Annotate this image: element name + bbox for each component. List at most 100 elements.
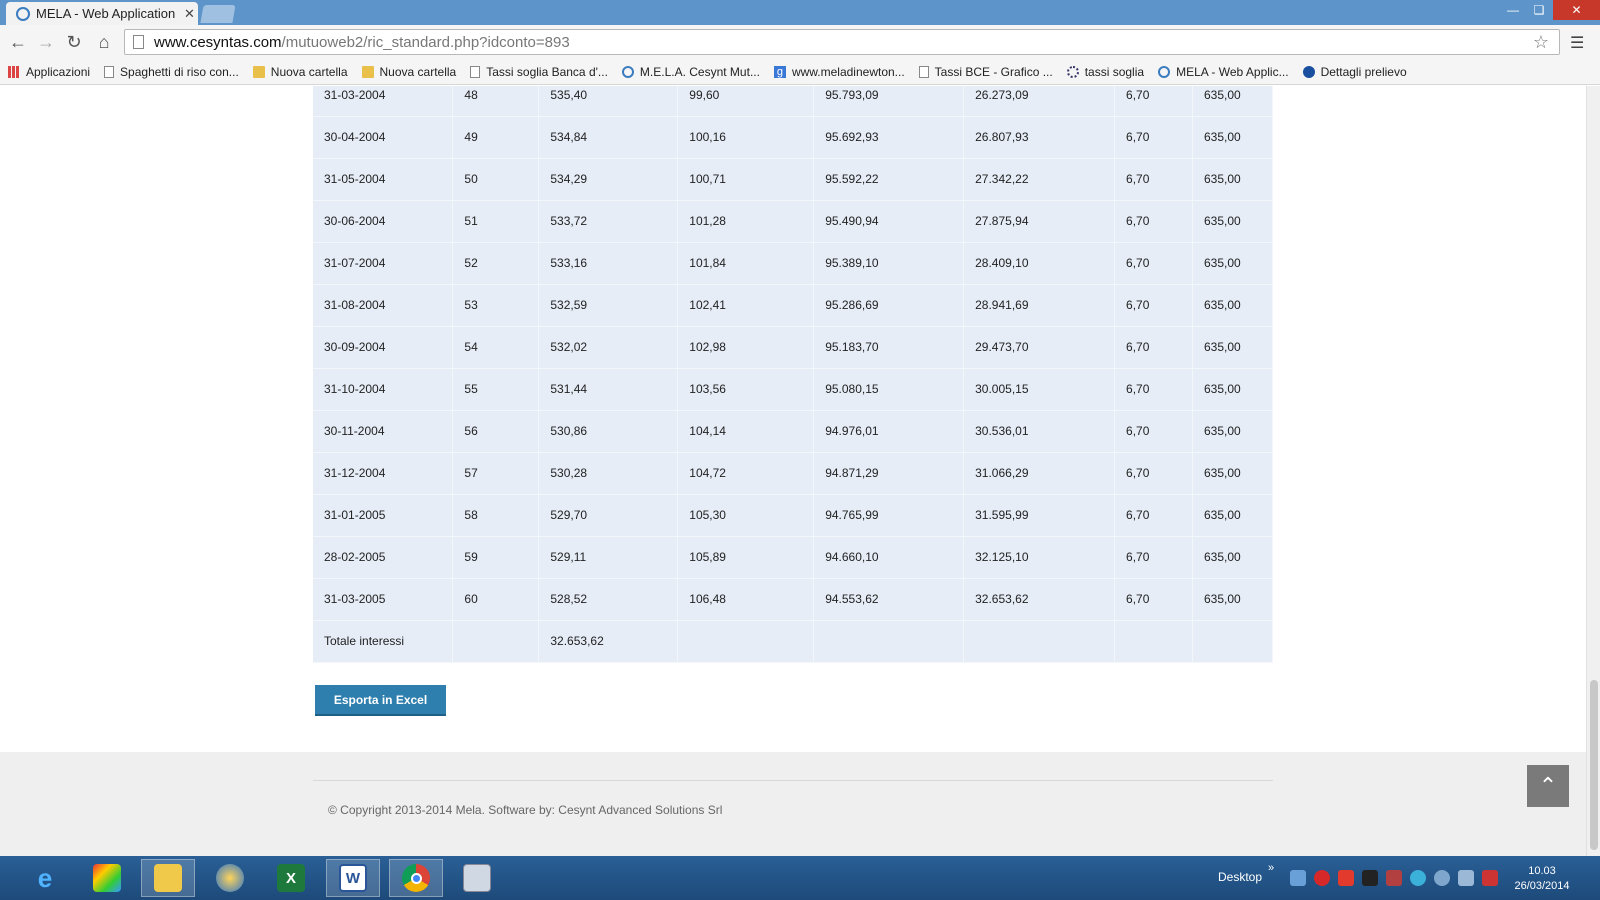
bookmark-item[interactable]: tassi soglia bbox=[1066, 65, 1144, 79]
tray-acrobat-icon[interactable] bbox=[1338, 870, 1354, 886]
forward-arrow-icon[interactable]: → bbox=[34, 30, 58, 54]
bookmark-item[interactable]: Applicazioni bbox=[8, 65, 90, 79]
table-cell-empty bbox=[813, 620, 965, 662]
table-cell: 635,00 bbox=[1192, 158, 1274, 200]
bookmark-star-icon[interactable]: ☆ bbox=[1533, 32, 1549, 53]
page-scrollbar[interactable] bbox=[1586, 86, 1600, 856]
tray-network-icon[interactable] bbox=[1290, 870, 1306, 886]
taskbar-puzzle-app[interactable] bbox=[80, 859, 134, 897]
window-minimize-button[interactable]: — bbox=[1500, 0, 1526, 20]
address-bar[interactable]: www.cesyntas.com/mutuoweb2/ric_standard.… bbox=[124, 29, 1560, 55]
home-icon[interactable]: ⌂ bbox=[92, 30, 116, 54]
table-cell: 94.765,99 bbox=[813, 494, 965, 536]
table-cell: 105,30 bbox=[677, 494, 815, 536]
page-icon bbox=[918, 66, 929, 78]
page-icon bbox=[104, 66, 115, 78]
amortization-table: 31-03-2004 48 535,40 99,60 95.793,09 26.273,0… bbox=[313, 86, 1274, 663]
excel-icon: X bbox=[277, 864, 305, 892]
taskbar-excel[interactable]: X bbox=[264, 859, 318, 897]
table-cell: 635,00 bbox=[1192, 326, 1274, 368]
google-icon: g bbox=[773, 66, 786, 78]
table-cell: 528,52 bbox=[538, 578, 679, 620]
table-cell: 534,29 bbox=[538, 158, 679, 200]
tray-monitor-icon[interactable] bbox=[1458, 870, 1474, 886]
chevron-right-icon[interactable]: » bbox=[1268, 862, 1274, 874]
tray-volume-muted-icon[interactable] bbox=[1482, 870, 1498, 886]
tray-skype-icon[interactable] bbox=[1410, 870, 1426, 886]
back-arrow-icon[interactable]: ← bbox=[6, 30, 30, 54]
tray-flag-icon[interactable] bbox=[1386, 870, 1402, 886]
desktop-toolbar-label[interactable]: Desktop bbox=[1218, 870, 1262, 884]
tray-antivirus-icon[interactable] bbox=[1314, 870, 1330, 886]
total-label: Totale interessi bbox=[313, 620, 454, 662]
table-row: 30-04-2004 49 534,84 100,16 95.692,93 26.807,… bbox=[313, 116, 1274, 158]
table-cell: 635,00 bbox=[1192, 368, 1274, 410]
bookmark-item[interactable]: Dettagli prelievo bbox=[1302, 65, 1407, 79]
table-cell: 635,00 bbox=[1192, 200, 1274, 242]
browser-menu-icon[interactable]: ☰ bbox=[1570, 33, 1590, 53]
table-cell: 52 bbox=[452, 242, 540, 284]
url-host: www.cesyntas.com bbox=[154, 33, 282, 51]
folder-icon bbox=[154, 864, 182, 892]
table-cell: 101,84 bbox=[677, 242, 815, 284]
table-cell: 31-12-2004 bbox=[313, 452, 454, 494]
tray-app-icon[interactable] bbox=[1362, 870, 1378, 886]
table-cell-empty bbox=[677, 620, 815, 662]
bookmark-item[interactable]: Tassi BCE - Grafico ... bbox=[918, 65, 1053, 79]
table-cell: 26.807,93 bbox=[963, 116, 1116, 158]
table-cell: 531,44 bbox=[538, 368, 679, 410]
table-cell: 100,16 bbox=[677, 116, 815, 158]
table-row: 31-01-2005 58 529,70 105,30 94.765,99 31.595,… bbox=[313, 494, 1274, 536]
bookmark-item[interactable]: Tassi soglia Banca d'... bbox=[470, 65, 608, 79]
internet-explorer-icon: e bbox=[37, 862, 53, 893]
taskbar-internet-explorer[interactable]: e bbox=[18, 859, 72, 897]
folder-icon bbox=[361, 66, 374, 78]
table-cell: 59 bbox=[452, 536, 540, 578]
taskbar-word[interactable]: W bbox=[326, 859, 380, 897]
table-cell: 6,70 bbox=[1114, 86, 1193, 116]
table-cell-empty bbox=[963, 620, 1116, 662]
taskbar-file-explorer[interactable] bbox=[141, 859, 195, 897]
table-cell: 95.080,15 bbox=[813, 368, 965, 410]
table-cell: 30-11-2004 bbox=[313, 410, 454, 452]
window-close-button[interactable]: ✕ bbox=[1553, 0, 1600, 20]
table-cell: 6,70 bbox=[1114, 368, 1193, 410]
bookmark-item[interactable]: MELA - Web Applic... bbox=[1158, 65, 1289, 79]
reload-icon[interactable]: ↻ bbox=[62, 30, 86, 54]
table-cell: 31-08-2004 bbox=[313, 284, 454, 326]
page-footer: © Copyright 2013-2014 Mela. Software by:… bbox=[0, 752, 1586, 856]
table-cell: 6,70 bbox=[1114, 326, 1193, 368]
bookmark-item[interactable]: Nuova cartella bbox=[252, 65, 348, 79]
clock-time: 10.03 bbox=[1528, 865, 1556, 877]
scrollbar-thumb[interactable] bbox=[1590, 680, 1598, 850]
table-cell: 95.793,09 bbox=[813, 86, 965, 116]
taskbar-thunderbird[interactable] bbox=[203, 859, 257, 897]
taskbar-calculator[interactable] bbox=[450, 859, 504, 897]
tray-update-icon[interactable] bbox=[1434, 870, 1450, 886]
table-cell: 49 bbox=[452, 116, 540, 158]
bookmark-item[interactable]: Nuova cartella bbox=[361, 65, 456, 79]
back-to-top-chevron-icon[interactable]: ⌃ bbox=[1527, 765, 1569, 807]
taskbar-clock[interactable]: 10.03 26/03/2014 bbox=[1510, 864, 1574, 894]
bookmark-item[interactable]: Spaghetti di riso con... bbox=[104, 65, 239, 79]
folder-icon bbox=[252, 66, 265, 78]
bookmarks-bar: Applicazioni Spaghetti di riso con... Nuov… bbox=[0, 60, 1600, 85]
table-cell: 29.473,70 bbox=[963, 326, 1116, 368]
bookmark-item[interactable]: M.E.L.A. Cesynt Mut... bbox=[621, 65, 760, 79]
window-restore-button[interactable]: ❏ bbox=[1526, 0, 1552, 20]
export-excel-button[interactable]: Esporta in Excel bbox=[315, 685, 446, 716]
mela-favicon-icon bbox=[16, 6, 30, 21]
new-tab-button[interactable] bbox=[200, 5, 236, 23]
total-value: 32.653,62 bbox=[538, 620, 679, 662]
word-icon: W bbox=[339, 864, 367, 892]
tab-close-icon[interactable]: ✕ bbox=[184, 6, 195, 22]
table-cell: 6,70 bbox=[1114, 242, 1193, 284]
taskbar-chrome[interactable] bbox=[389, 859, 443, 897]
table-cell: 104,72 bbox=[677, 452, 815, 494]
table-row: 31-05-2004 50 534,29 100,71 95.592,22 27.342,… bbox=[313, 158, 1274, 200]
table-cell: 94.871,29 bbox=[813, 452, 965, 494]
tab-mela-web-application[interactable]: MELA - Web Application p ✕ bbox=[6, 2, 198, 25]
tab-title: MELA - Web Application p bbox=[36, 6, 178, 21]
table-cell: 6,70 bbox=[1114, 452, 1193, 494]
bookmark-item[interactable]: g www.meladinewton... bbox=[773, 65, 905, 79]
